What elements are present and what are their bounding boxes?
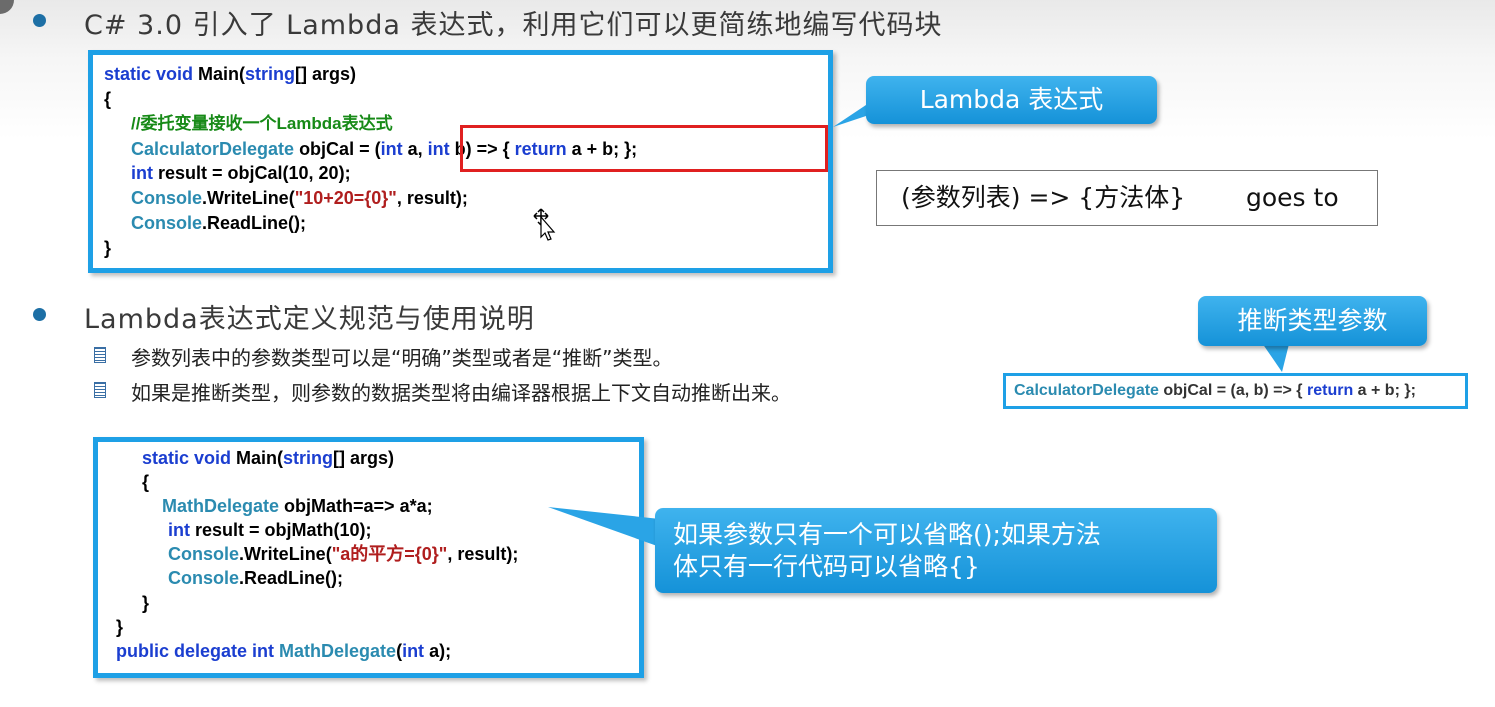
syntax-note-text: (参数列表) => {方法体} bbox=[901, 183, 1186, 212]
list-bullet-icon bbox=[94, 382, 106, 398]
code1-comment: //委托变量接收一个Lambda表达式 bbox=[131, 114, 393, 133]
callout-omit-pointer bbox=[548, 507, 660, 547]
section2-item-1: 参数列表中的参数类型可以是“明确”类型或者是“推断”类型。 bbox=[131, 346, 673, 370]
code2-line9: public delegate int MathDelegate(int a); bbox=[116, 641, 452, 661]
section2-heading: Lambda表达式定义规范与使用说明 bbox=[84, 304, 535, 335]
code2-line7: } bbox=[142, 593, 150, 613]
list-bullet-icon bbox=[94, 347, 106, 363]
callout-lambda: Lambda 表达式 bbox=[866, 76, 1157, 124]
syntax-note-goes-to: goes to bbox=[1246, 183, 1339, 212]
code1-line1: static void Main(string[] args) bbox=[104, 64, 357, 84]
code1-line2: { bbox=[104, 89, 112, 109]
code2-line4: int result = objMath(10); bbox=[168, 520, 372, 540]
code2-line6: Console.ReadLine(); bbox=[168, 568, 344, 588]
code1-line7: Console.ReadLine(); bbox=[131, 213, 307, 233]
callout-omit-rule: 如果参数只有一个可以省略();如果方法 体只有一行代码可以省略{} bbox=[655, 508, 1217, 593]
corner-indicator bbox=[0, 0, 14, 14]
inferred-code-snippet: CalculatorDelegate objCal = (a, b) => { … bbox=[1003, 373, 1468, 409]
callout-omit-line1: 如果参数只有一个可以省略();如果方法 bbox=[673, 520, 1101, 549]
move-cursor-icon bbox=[533, 208, 556, 241]
syntax-note: (参数列表) => {方法体} goes to bbox=[876, 170, 1378, 226]
code1-line5: int result = objCal(10, 20); bbox=[131, 163, 351, 183]
code2-line3: MathDelegate objMath=a=> a*a; bbox=[162, 496, 433, 516]
bullet-section1 bbox=[33, 14, 46, 27]
section2-item-2: 如果是推断类型，则参数的数据类型将由编译器根据上下文自动推断出来。 bbox=[131, 381, 791, 405]
code1-line6: Console.WriteLine("10+20={0}", result); bbox=[131, 188, 468, 208]
code2-line8: } bbox=[116, 617, 124, 637]
bullet-section2 bbox=[33, 308, 46, 321]
lambda-highlight-box bbox=[460, 125, 828, 172]
code1-line8: } bbox=[104, 238, 112, 258]
callout-omit-line2: 体只有一行代码可以省略{} bbox=[673, 552, 980, 581]
code2-line1: static void Main(string[] args) bbox=[142, 448, 395, 468]
code2-line2: { bbox=[142, 472, 150, 492]
section1-heading: C# 3.0 引入了 Lambda 表达式，利用它们可以更简练地编写代码块 bbox=[84, 10, 943, 41]
code2-line5: Console.WriteLine("a的平方={0}", result); bbox=[168, 544, 519, 564]
callout-infer-type: 推断类型参数 bbox=[1198, 296, 1427, 346]
